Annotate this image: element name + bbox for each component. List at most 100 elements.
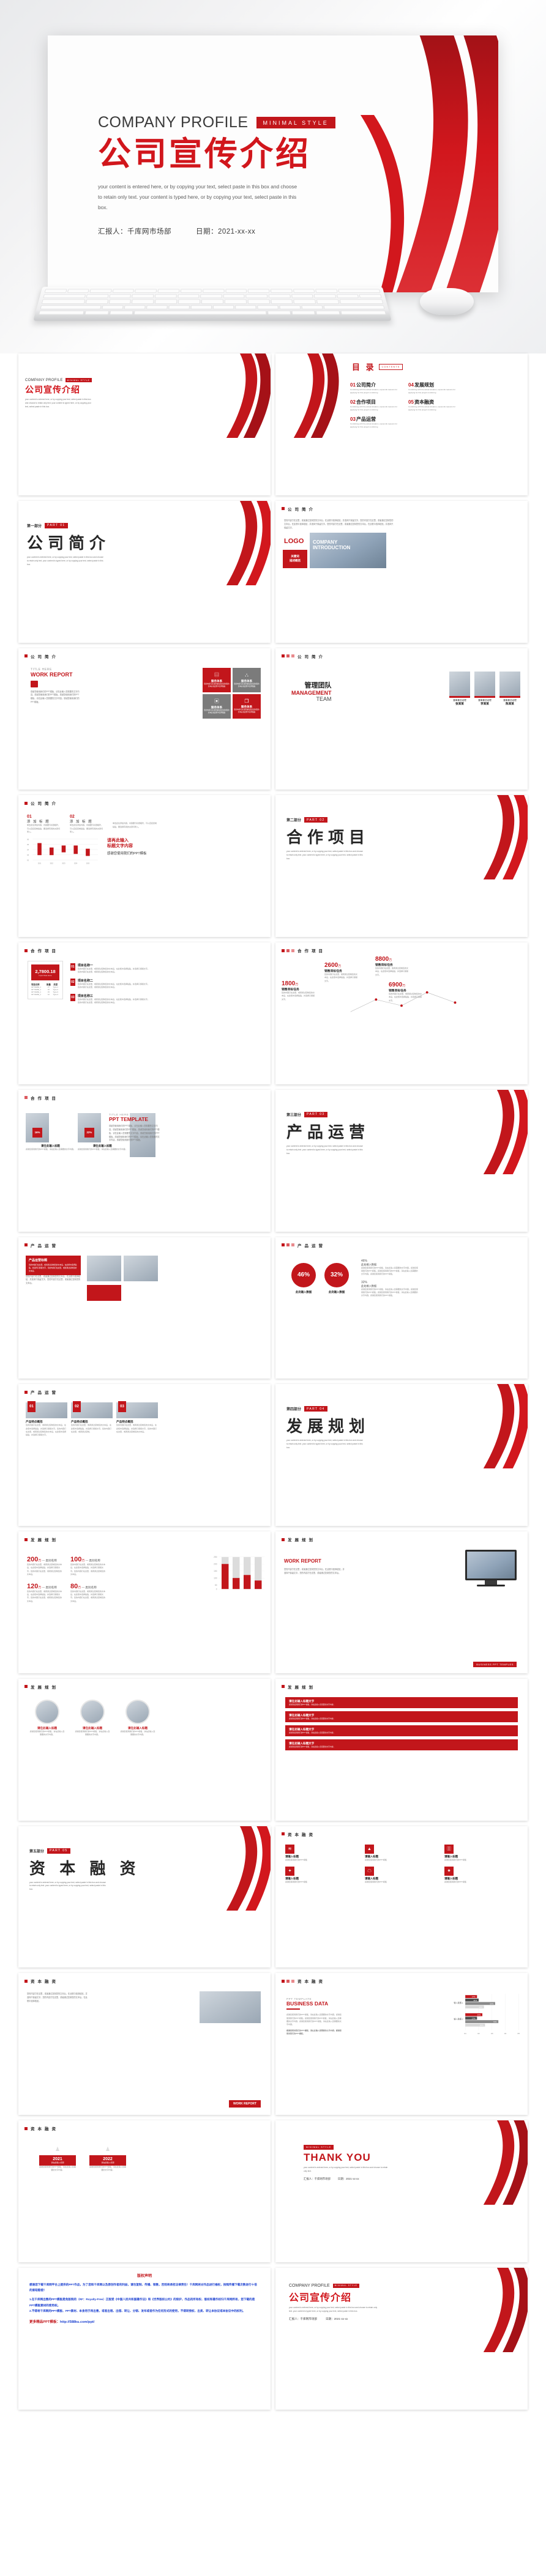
icon-card[interactable]: ▲ 请输入标题 感谢您使用我们的PPT模板 [365,1844,438,1862]
circle-card[interactable]: 请在此输入标题 感谢您使用我们的PPT模板，请在此输入您需要的文字内容。 [75,1699,110,1737]
project-item[interactable]: 01 项目名称一 您的内容打在这里，或者通过复制您的文本后，在此框中选择粘贴，并选择… [70,963,150,974]
wifi-icon: ≋ [285,1844,294,1854]
circle-card[interactable]: 请在此输入标题 感谢您使用我们的PPT模板，请在此输入您需要的文字内容。 [29,1699,65,1737]
product-photo[interactable] [124,1255,158,1281]
legal-link[interactable]: 更多精品PPT模板：http://588ku.com/ppt/ [29,2319,260,2324]
section-title: 发展规划 [286,1417,370,1436]
icon-card[interactable]: ▥ 请输入标题 感谢您使用我们的PPT模板 [444,1844,518,1862]
slide-icon-grid[interactable]: 资 本 融 资 ≋ 请输入标题 感谢您使用我们的PPT模板 ▲ 请输入标题 感谢您使用我… [275,1826,528,1968]
svg-text:03: 03 [491,2032,493,2035]
slide-header: 产 品 运 营 [24,1389,57,1395]
slide-plan-stats[interactable]: 发 展 规 划 200万 — 类别名称 您的内容打在这里，或者通过复制您的文本后，… [18,1531,271,1673]
feature-card[interactable]: 01 产品特点概括 您的内容打在这里，或者通过复制您的文本后，在此框中选择粘贴，并选… [26,1401,67,1437]
red-swoosh-graphic [459,1384,528,1469]
svg-text:01: 01 [464,2032,466,2035]
slide-cover[interactable]: COMPANY PROFILE MINIMAL STYLE 公司宣传介绍 you… [18,353,271,495]
timeline-item[interactable]: ♟ 2021 请在此输入标题 感谢您使用我们的PPT模板，请在此输入您需要的文字内… [39,2146,76,2172]
plan-stat: 100万 — 类别名称 您的内容打在这里，或者通过复制您的文本后，在此框中选择粘贴… [70,1556,106,1576]
donut-item[interactable]: 32% 此处输入数据 [324,1262,349,1294]
team-member[interactable]: 董事兼总经理 陈某某 [499,671,520,706]
slide-product-features[interactable]: 产 品 运 营 01 产品特点概括 您的内容打在这里，或者通过复制您的文本后，在此框… [18,1384,271,1526]
wr-card[interactable]: ❐ 服务体系 您的内容打在这里或者通过复制您的文本后在此框中选择粘贴 [233,694,261,719]
slide-donut-stats[interactable]: 产 品 运 营 46% 此处输入数据 32% 此处输入数据 46% 此处输入数据 感… [275,1237,528,1379]
wr-card[interactable]: ▤ 服务体系 您的内容打在这里或者通过复制您的文本后在此框中选择粘贴 [203,667,231,692]
handshake-photo[interactable] [200,1991,261,2024]
slide-thank-you[interactable]: MINIMAL STYLE THANK YOU your content is … [275,2120,528,2262]
slide-toc[interactable]: 目 录 CONTENTS 01 公司简介 Combining with the a… [275,353,528,495]
slide-company-intro[interactable]: 公 司 简 介 您的内容打在这里，或者通过复制您的文本后，在此框中选择粘贴，并选… [275,500,528,643]
presentation-icon: ▣ [214,698,219,705]
icon-card[interactable]: ✦ 请输入标题 感谢您使用我们的PPT模板 [285,1866,359,1884]
red-swoosh-graphic [459,795,528,880]
slide-monitor[interactable]: 发 展 规 划 WORK REPORT 您的内容打在这里，或者通过复制您的文本后… [275,1531,528,1673]
team-en1: MANAGEMENT [291,689,332,696]
slide-section-02[interactable]: 第二部分 PART 02 合作项目 your content is entered… [275,795,528,937]
donut-item[interactable]: 46% 此处输入数据 [291,1262,316,1294]
hero-body: your content is entered here, or by copy… [98,183,297,210]
svg-text:69%: 69% [490,2003,493,2005]
slide-header: 发 展 规 划 [24,1684,57,1690]
thanks-body: your content is entered here, or by copy… [304,2166,388,2172]
slide-section-01[interactable]: 第一部分 PART 01 公司简介 your content is entered… [18,500,271,643]
red-bar-row[interactable]: 请在此输入标题文字 感谢您使用我们的PPT模板，请在此输入您需要的文字内容。 [285,1711,518,1722]
slide-red-bars[interactable]: 发 展 规 划 请在此输入标题文字 感谢您使用我们的PPT模板，请在此输入您需要的… [275,1678,528,1821]
icon-card[interactable]: ✷ 请输入标题 感谢您使用我们的PPT模板 [444,1866,518,1884]
slide-business-data[interactable]: 资 本 融 资 PPT TEMPLATE BUSINESS DATA 感谢您使用… [275,1973,528,2115]
toc-item-02[interactable]: 02 合作项目 Combining with the actual situati… [350,399,402,412]
legal-p1: 感谢您下载千库网平台上提供的PPT作品，为了您和千库网以及原创作者的利益，请勿复… [29,2282,257,2292]
timeline-row: ♟ 2021 请在此输入标题 感谢您使用我们的PPT模板，请在此输入您需要的文字内… [39,2146,126,2172]
slide-ppt-template[interactable]: 合 作 项 目 16% 请在此输入标题 感谢您使用我们的PPT模板，请在此输入您需要… [18,1089,271,1232]
slide-section-04[interactable]: 第四部分 PART 04 发展规划 your content is entered… [275,1384,528,1526]
svg-text:46%: 46% [480,2024,484,2027]
stacked-bar-chart-svg: 250 200 150 100 50 0 [214,1556,265,1590]
wr-card[interactable]: ▣ 服务体系 您的内容打在这里或者通过复制您的文本后在此框中选择粘贴 [203,694,231,719]
project-item[interactable]: 03 项目名称三 您的内容打在这里，或者通过复制您的文本后，在此框中选择粘贴，并选择… [70,993,150,1005]
slide-header: 资 本 融 资 [24,2125,57,2131]
slide-header: 公 司 简 介 [24,653,57,659]
org-chart-icon: ⛬ [245,672,249,678]
slide-section-05[interactable]: 第五部分 PART 05 资 本 融 资 your content is ente… [18,1826,271,1968]
slide-coop-table[interactable]: 合 作 项 目 2,7800.18 Input Date Here 项目名称 数量类… [18,942,271,1084]
milestone-line-svg [350,991,457,1012]
slide-work-report[interactable]: 公 司 简 介 TITLE HERE WORK REPORT 感谢您使用我们的P… [18,648,271,790]
icon-card[interactable]: ☁ 请输入标题 感谢您使用我们的PPT模板 [365,1866,438,1884]
slide-bar-chart[interactable]: 公 司 简 介 01 添 加 标 题单击此处添加内容，内容要与标题相符，可以直接复… [18,795,271,937]
slide-product-ops-intro[interactable]: 产 品 运 营 产品运营标题 您的内容打在这里，或者通过复制您的文本后，在此框中… [18,1237,271,1379]
product-photo[interactable] [87,1255,121,1281]
svg-text:06: 06 [27,838,29,841]
toc-item-05[interactable]: 05 资本融资 Combining with the actual situati… [408,399,460,412]
slide-handshake[interactable]: 资 本 融 资 您的内容打在这里，或者通过复制您的文本后，在此框中选择粘贴，并选… [18,1973,271,2115]
timeline-item[interactable]: ♟ 2022 请在此输入标题 感谢您使用我们的PPT模板，请在此输入您需要的文字内… [89,2146,126,2172]
feature-card[interactable]: 03 产品特点概括 您的内容打在这里，或者通过复制您的文本后，在此框中选择粘贴，并选… [116,1401,158,1437]
toc-item-03[interactable]: 03 产品运营 Combining with the actual situati… [350,416,402,429]
toc-item-01[interactable]: 01 公司简介 Combining with the actual situati… [350,382,402,395]
slide-cover-repeat[interactable]: COMPANY PROFILE MINIMAL STYLE 公司宣传介绍 you… [275,2267,528,2410]
svg-text:输入数据-1: 输入数据-1 [454,2001,463,2004]
red-bar-row[interactable]: 请在此输入标题文字 感谢您使用我们的PPT模板，请在此输入您需要的文字内容。 [285,1697,518,1708]
wr-card[interactable]: ⛬ 服务体系 您的内容打在这里或者通过复制您的文本后在此框中选择粘贴 [233,667,261,692]
toc-item-04[interactable]: 04 发展规划 Combining with the actual situati… [408,382,460,395]
team-member[interactable]: 董事兼总经理 李某某 [474,671,495,706]
donut-row: 46% 此处输入数据 32% 此处输入数据 [291,1262,349,1294]
slide-copyright[interactable]: 版权声明 感谢您下载千库网平台上提供的PPT作品，为了您和千库网以及原创作者的利… [18,2267,271,2410]
slide-milestones[interactable]: 合 作 项 目 1800万 销售目标任务 您的内容打在这里，或者通过复制您的文本后，… [275,942,528,1084]
photo-card[interactable]: 16% 请在此输入标题 感谢您使用我们的PPT模板，请在此输入您需要的文字内容。 [26,1112,75,1157]
svg-text:2025: 2025 [86,863,90,865]
slide-timeline[interactable]: 资 本 融 资 ♟ 2021 请在此输入标题 感谢您使用我们的PPT模板，请在此输… [18,2120,271,2262]
icon-card[interactable]: ≋ 请输入标题 感谢您使用我们的PPT模板 [285,1844,359,1862]
monitor-graphic [465,1550,517,1586]
plan-stat-grid: 200万 — 类别名称 您的内容打在这里，或者通过复制您的文本后，在此框中选择粘贴… [27,1556,107,1603]
feature-card[interactable]: 02 产品特点概括 您的内容打在这里，或者通过复制您的文本后，在此框中选择粘贴，并选… [71,1401,113,1437]
slide-three-circles[interactable]: 发 展 规 划 请在此输入标题 感谢您使用我们的PPT模板，请在此输入您需要的文字… [18,1678,271,1821]
photo-caption: COMPANY INTRODUCTION [313,539,351,550]
slide-management-team[interactable]: 公 司 简 介 管理团队 MANAGEMENT TEAM 董事兼总经理 张某某 董… [275,648,528,790]
slide-section-03[interactable]: 第三部分 PART 03 产品运营 your content is entered… [275,1089,528,1232]
red-bar-row[interactable]: 请在此输入标题文字 感谢您使用我们的PPT模板，请在此输入您需要的文字内容。 [285,1739,518,1750]
project-list: 01 项目名称一 您的内容打在这里，或者通过复制您的文本后，在此框中选择粘贴，并选择… [70,963,150,1004]
svg-text:150: 150 [214,1570,217,1572]
icon-card-grid: ≋ 请输入标题 感谢您使用我们的PPT模板 ▲ 请输入标题 感谢您使用我们的PPT模板 … [285,1844,518,1884]
red-bar-row[interactable]: 请在此输入标题文字 感谢您使用我们的PPT模板，请在此输入您需要的文字内容。 [285,1725,518,1736]
circle-card[interactable]: 请在此输入标题 感谢您使用我们的PPT模板，请在此输入您需要的文字内容。 [120,1699,155,1737]
project-item[interactable]: 02 项目名称二 您的内容打在这里，或者通过复制您的文本后，在此框中选择粘贴，并选择… [70,978,150,990]
team-member[interactable]: 董事兼总经理 张某某 [449,671,470,706]
